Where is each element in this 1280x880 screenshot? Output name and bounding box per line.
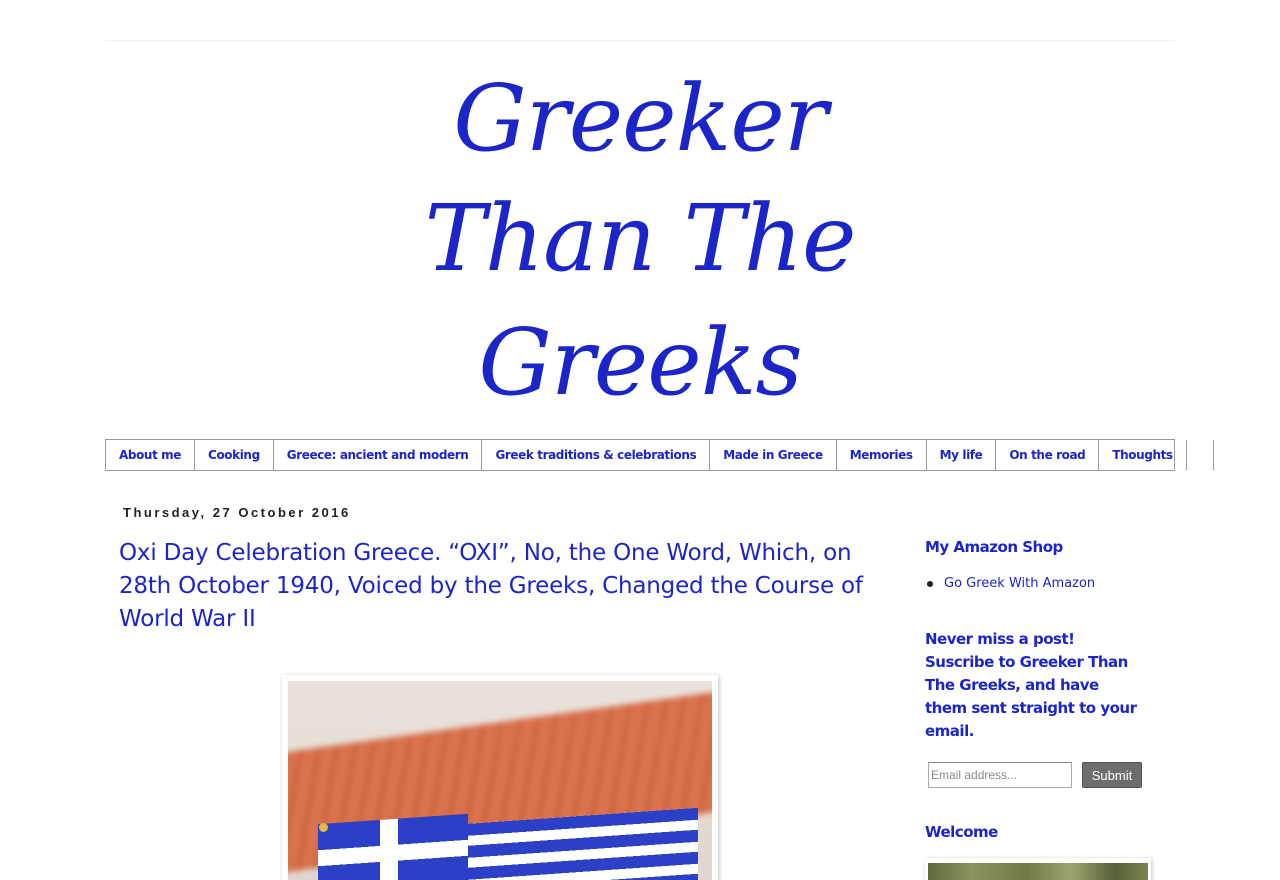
welcome-photo-frame [925, 858, 1151, 880]
amazon-link-list: Go Greek With Amazon [925, 576, 1095, 591]
nav-item-greek-traditions[interactable]: Greek traditions & celebrations [482, 440, 711, 470]
nav-item-made-in-greece[interactable]: Made in Greece [710, 440, 837, 470]
nav-item-on-the-road[interactable]: On the road [996, 440, 1100, 470]
flag-canton [318, 813, 468, 880]
logo-line-3: Greeks [478, 309, 802, 416]
nav-item-about-me[interactable]: About me [106, 440, 196, 470]
flag-pole-finial [319, 823, 328, 832]
nav-item-thoughts[interactable]: Thoughts [1099, 440, 1187, 470]
nav-item-memories[interactable]: Memories [837, 440, 927, 470]
greek-flag-image[interactable] [288, 681, 712, 880]
blog-header[interactable]: Greeker Than The Greeks [105, 40, 1175, 438]
welcome-photo[interactable] [928, 863, 1148, 880]
bullet-icon [927, 580, 933, 587]
nav-item-greece-ancient-modern[interactable]: Greece: ancient and modern [274, 440, 483, 470]
nav-item-cooking[interactable]: Cooking [195, 440, 274, 470]
logo-line-2: Than The [424, 185, 856, 292]
post-image-frame [282, 675, 718, 880]
post-date: Thursday, 27 October 2016 [123, 505, 351, 520]
go-greek-amazon-link[interactable]: Go Greek With Amazon [944, 576, 1095, 591]
submit-button[interactable]: Submit [1082, 762, 1142, 788]
subscribe-heading: Never miss a post! Suscribe to Greeker T… [925, 630, 1137, 740]
nav-item-my-life[interactable]: My life [927, 440, 997, 470]
page-nav: About me Cooking Greece: ancient and mod… [105, 439, 1214, 471]
post-title[interactable]: Oxi Day Celebration Greece. “OXI”, No, t… [119, 537, 879, 636]
welcome-heading: Welcome [925, 823, 998, 841]
list-item: Go Greek With Amazon [925, 576, 1095, 591]
email-address-input[interactable] [928, 762, 1072, 788]
logo-line-1: Greeker [453, 65, 828, 172]
nav-item-empty [1187, 440, 1214, 470]
amazon-shop-heading: My Amazon Shop [925, 538, 1063, 556]
